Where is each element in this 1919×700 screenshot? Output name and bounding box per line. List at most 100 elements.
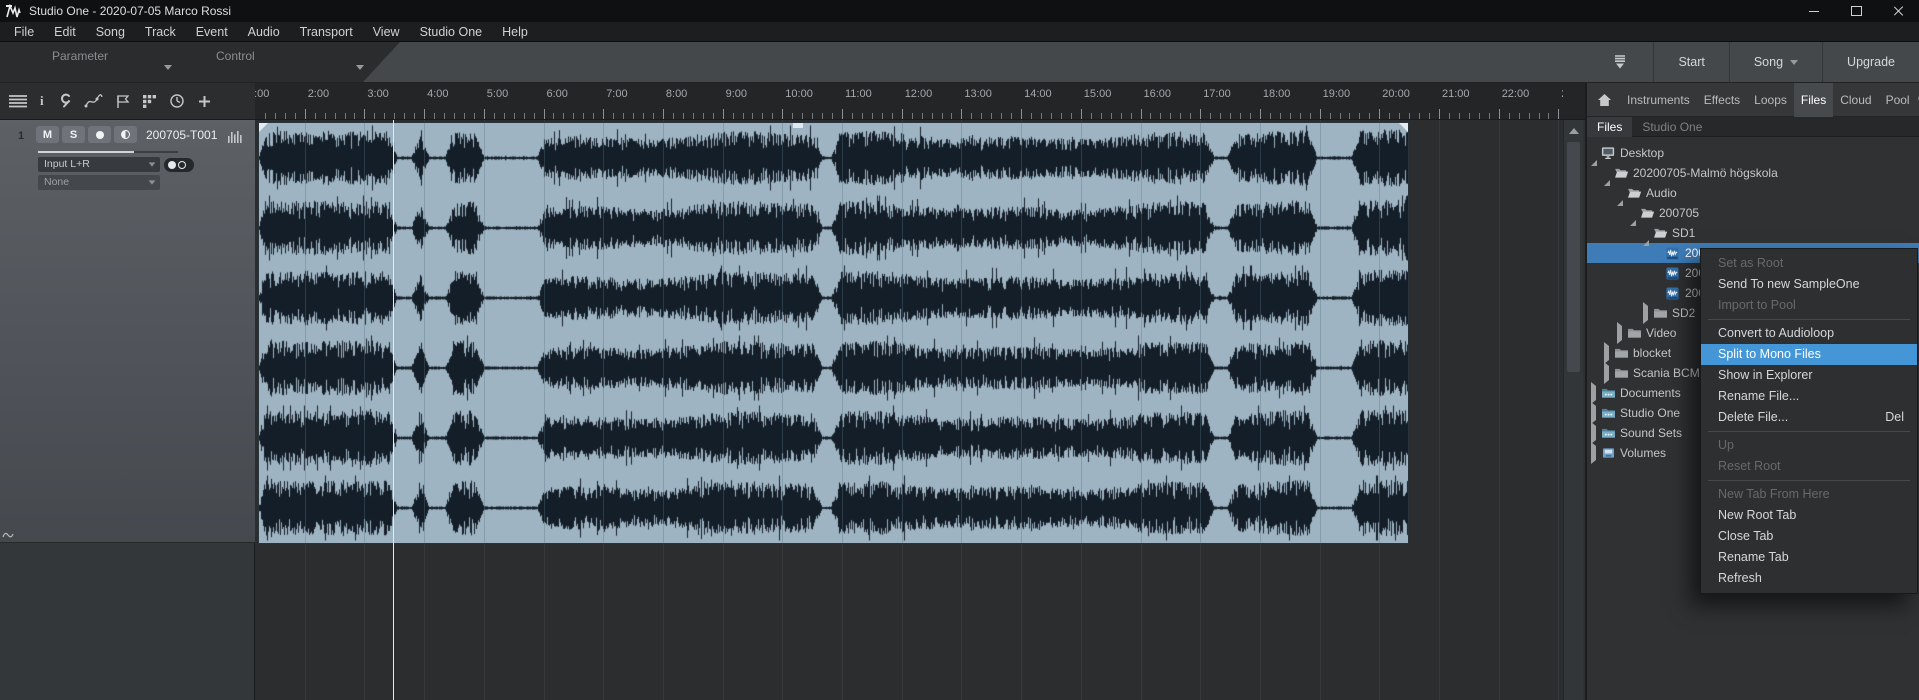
collapse-arrow-icon[interactable] xyxy=(1617,186,1627,200)
monitor-button[interactable] xyxy=(114,126,137,143)
context-menu-item-split-to-mono-files[interactable]: Split to Mono Files xyxy=(1701,344,1917,365)
solo-button[interactable]: S xyxy=(62,126,85,143)
expand-arrow-icon[interactable] xyxy=(1643,306,1653,320)
collapse-arrow-icon[interactable] xyxy=(1591,146,1601,160)
record-arm-icon xyxy=(96,131,104,139)
collapse-arrow-icon[interactable] xyxy=(1643,226,1653,240)
menu-item-edit[interactable]: Edit xyxy=(44,25,86,39)
menu-item-audio[interactable]: Audio xyxy=(238,25,290,39)
tree-item-audio[interactable]: Audio xyxy=(1587,183,1919,203)
expand-arrow-icon[interactable] xyxy=(1591,446,1601,460)
input-monitor-toggle[interactable] xyxy=(164,158,194,172)
expand-arrow-icon[interactable] xyxy=(1591,406,1601,420)
volume-slider[interactable] xyxy=(38,151,178,153)
context-menu-item-label: Refresh xyxy=(1718,571,1762,585)
browser-tab-pool[interactable]: Pool xyxy=(1879,83,1917,117)
folder-special-icon xyxy=(1601,427,1618,439)
fade-in-handle[interactable] xyxy=(259,123,268,132)
context-menu-item-label: Rename Tab xyxy=(1718,550,1789,564)
collapse-arrow-icon[interactable] xyxy=(1630,206,1640,220)
context-menu-item-convert-to-audioloop[interactable]: Convert to Audioloop xyxy=(1701,323,1917,344)
audio-event[interactable] xyxy=(259,123,1408,543)
ruler-tick xyxy=(494,113,495,119)
inspector-icon[interactable]: i xyxy=(40,93,44,109)
browser-tab-files[interactable]: Files xyxy=(1794,83,1833,117)
context-menu-item-close-tab[interactable]: Close Tab xyxy=(1701,526,1917,547)
home-icon[interactable] xyxy=(1587,93,1620,107)
vertical-scrollbar[interactable] xyxy=(1563,120,1583,700)
ruler-tick xyxy=(1469,113,1470,119)
playhead[interactable] xyxy=(393,120,394,700)
record-arm-button[interactable] xyxy=(88,126,111,143)
menu-item-studio-one[interactable]: Studio One xyxy=(410,25,493,39)
tree-item-200705[interactable]: 200705 xyxy=(1587,203,1919,223)
input-select[interactable]: Input L+R xyxy=(38,157,160,172)
context-menu-item-new-root-tab[interactable]: New Root Tab xyxy=(1701,505,1917,526)
menu-item-view[interactable]: View xyxy=(363,25,410,39)
marker-icon[interactable] xyxy=(116,94,130,109)
ruler-tick xyxy=(603,109,604,119)
browser-tab-cloud[interactable]: Cloud xyxy=(1833,83,1878,117)
timeline-area[interactable] xyxy=(255,120,1563,700)
tree-item-sd1[interactable]: SD1 xyxy=(1587,223,1919,243)
maximize-button[interactable] xyxy=(1835,0,1877,22)
browser-subtab-studio-one[interactable]: Studio One xyxy=(1632,117,1712,137)
menu-item-file[interactable]: File xyxy=(4,25,44,39)
menu-item-event[interactable]: Event xyxy=(186,25,238,39)
ruler-tick xyxy=(1170,113,1171,119)
wrench-icon[interactable] xyxy=(56,93,72,109)
context-menu-item-rename-file[interactable]: Rename File... xyxy=(1701,386,1917,407)
insert-select[interactable]: None xyxy=(38,175,160,190)
scroll-up-icon[interactable] xyxy=(1569,128,1579,134)
automation-icon[interactable] xyxy=(84,94,104,109)
browser-tab-loops[interactable]: Loops xyxy=(1747,83,1794,117)
tree-item-desktop[interactable]: Desktop xyxy=(1587,143,1919,163)
wave-automation-icon[interactable] xyxy=(2,530,14,539)
browser-tab-effects[interactable]: Effects xyxy=(1697,83,1747,117)
expand-arrow-icon[interactable] xyxy=(1591,426,1601,440)
context-menu-item-label: Split to Mono Files xyxy=(1718,347,1821,361)
expand-arrow-icon[interactable] xyxy=(1617,326,1627,340)
expand-arrow-icon[interactable] xyxy=(1591,386,1601,400)
tree-item-label: blocket xyxy=(1633,346,1671,360)
track-header[interactable]: 1 M S 200705-T001 Input L+R None xyxy=(0,120,255,543)
context-menu-item-delete-file[interactable]: Delete File...Del xyxy=(1701,407,1917,428)
grid-line xyxy=(1558,120,1559,700)
menu-item-transport[interactable]: Transport xyxy=(290,25,363,39)
menu-item-help[interactable]: Help xyxy=(492,25,538,39)
context-menu-item-send-to-new-sampleone[interactable]: Send To new SampleOne xyxy=(1701,274,1917,295)
scrollbar-thumb[interactable] xyxy=(1567,142,1580,372)
ruler-tick xyxy=(942,113,943,119)
ruler-tick xyxy=(464,113,465,119)
ruler-tick xyxy=(1419,113,1420,119)
expand-arrow-icon[interactable] xyxy=(1604,346,1614,360)
tree-item-20200705-malm-h-gskola[interactable]: 20200705-Malmö högskola xyxy=(1587,163,1919,183)
mute-button[interactable]: M xyxy=(36,126,59,143)
track-list-icon[interactable] xyxy=(8,94,28,108)
browser-tab-instruments[interactable]: Instruments xyxy=(1620,83,1697,117)
context-menu-item-show-in-explorer[interactable]: Show in Explorer xyxy=(1701,365,1917,386)
collapse-arrow-icon[interactable] xyxy=(1604,166,1614,180)
close-button[interactable] xyxy=(1877,0,1919,22)
song-button[interactable]: Song xyxy=(1730,42,1822,82)
ruler-tick xyxy=(1260,109,1261,119)
ruler-tick xyxy=(703,113,704,119)
fade-out-handle[interactable] xyxy=(1399,123,1408,132)
expand-arrow-icon[interactable] xyxy=(1604,366,1614,380)
timeline-ruler[interactable]: 1:002:003:004:005:006:007:008:009:0010:0… xyxy=(255,83,1563,119)
browser-subtab-files[interactable]: Files xyxy=(1587,117,1632,137)
gain-handle[interactable] xyxy=(793,123,803,128)
install-button[interactable] xyxy=(1587,42,1653,82)
upgrade-button[interactable]: Upgrade xyxy=(1823,42,1919,82)
menu-item-song[interactable]: Song xyxy=(86,25,135,39)
ruler-tick xyxy=(1369,113,1370,119)
add-track-icon[interactable] xyxy=(197,94,212,109)
grid-icon[interactable] xyxy=(142,94,157,109)
context-menu-item-rename-tab[interactable]: Rename Tab xyxy=(1701,547,1917,568)
metronome-icon[interactable] xyxy=(169,93,185,109)
track-name[interactable]: 200705-T001 xyxy=(146,128,217,142)
context-menu-item-refresh[interactable]: Refresh xyxy=(1701,568,1917,589)
start-button[interactable]: Start xyxy=(1654,42,1728,82)
menu-item-track[interactable]: Track xyxy=(135,25,186,39)
minimize-button[interactable] xyxy=(1793,0,1835,22)
